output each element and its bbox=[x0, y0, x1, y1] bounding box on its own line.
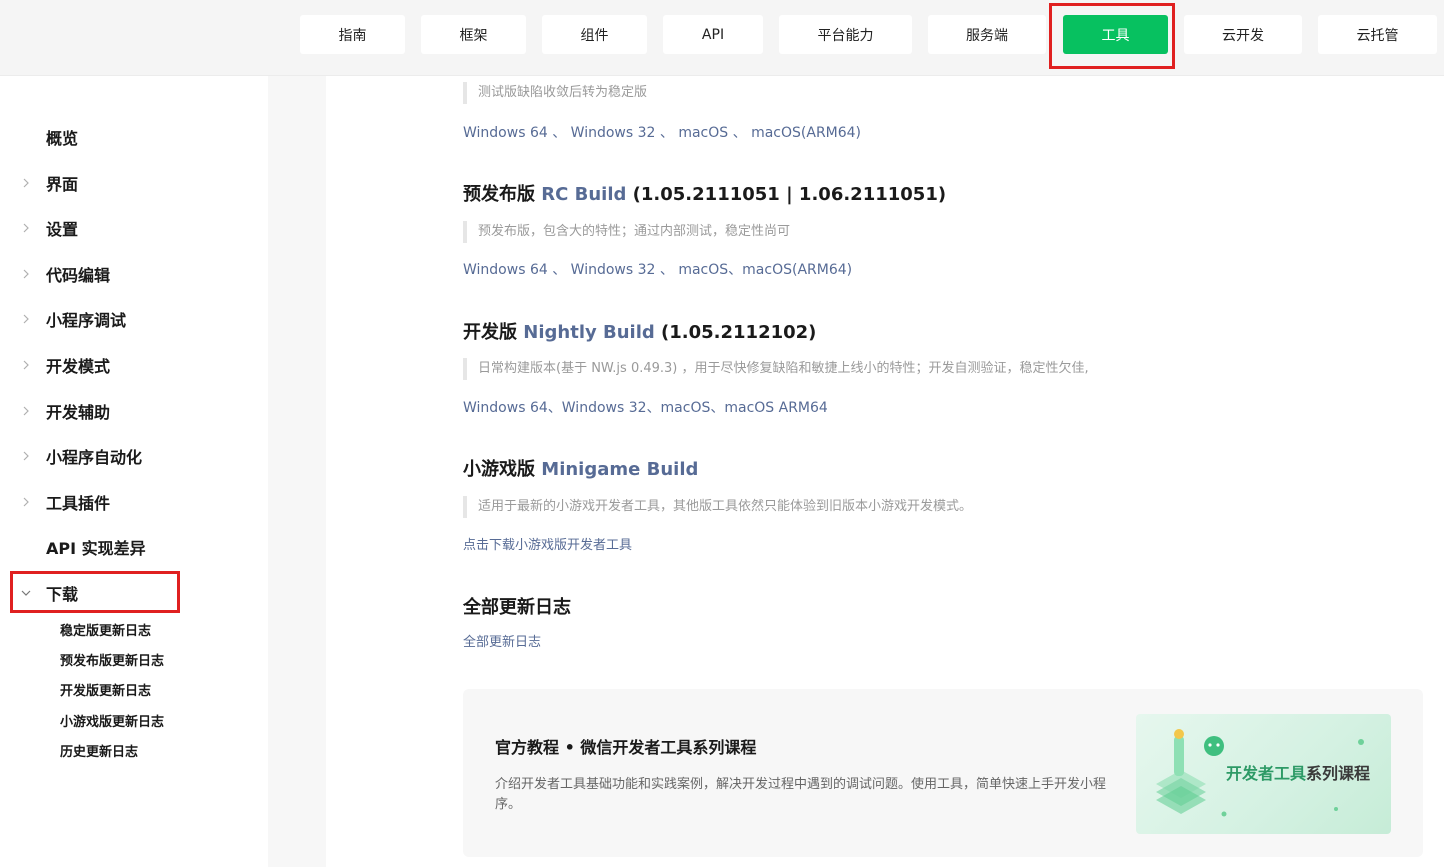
stable-macos-arm-link[interactable]: macOS(ARM64) bbox=[751, 125, 861, 141]
course-card[interactable]: 官方教程 • 微信开发者工具系列课程 介绍开发者工具基础功能和实践案例，解决开发… bbox=[463, 689, 1423, 857]
chevron-right-icon bbox=[19, 358, 33, 372]
minigame-note: 适用于最新的小游戏开发者工具，其他版工具依然只能体验到旧版本小游戏开发模式。 bbox=[463, 496, 972, 518]
sidebar-subitem-rc-log[interactable]: 预发布版更新日志 bbox=[60, 650, 164, 669]
nightly-macos-arm-link[interactable]: macOS ARM64 bbox=[724, 400, 827, 416]
main-content: 测试版缺陷收敛后转为稳定版 Windows 64 、 Windows 32 、 … bbox=[326, 76, 1444, 867]
sidebar-item-interface[interactable]: 界面 bbox=[0, 163, 268, 203]
course-banner-text: 开发者工具系列课程 bbox=[1226, 764, 1371, 783]
chevron-right-icon bbox=[19, 449, 33, 463]
sidebar-item-dev-assist[interactable]: 开发辅助 bbox=[0, 391, 268, 431]
chevron-down-icon bbox=[19, 586, 33, 600]
course-description: 介绍开发者工具基础功能和实践案例，解决开发过程中遇到的调试问题。使用工具，简单快… bbox=[495, 777, 1107, 812]
nav-tab-components[interactable]: 组件 bbox=[542, 15, 647, 54]
stable-macos-link[interactable]: macOS bbox=[678, 125, 728, 141]
sidebar-subitem-nightly-log[interactable]: 开发版更新日志 bbox=[60, 680, 151, 699]
sidebar-item-overview[interactable]: 概览 bbox=[0, 117, 268, 157]
sidebar-item-label: API 实现差异 bbox=[46, 539, 146, 558]
nav-tab-server[interactable]: 服务端 bbox=[928, 15, 1046, 54]
minigame-prefix: 小游戏版 bbox=[463, 459, 535, 480]
rc-version: (1.05.2111051 | 1.06.2111051) bbox=[632, 184, 947, 205]
nightly-win64-link[interactable]: Windows 64 bbox=[463, 400, 548, 416]
nightly-win32-link[interactable]: Windows 32 bbox=[562, 400, 647, 416]
sidebar-item-label: 工具插件 bbox=[46, 494, 111, 513]
nightly-build-name: Nightly Build bbox=[523, 322, 655, 343]
nightly-macos-link[interactable]: macOS bbox=[661, 400, 711, 416]
sidebar-item-label: 界面 bbox=[46, 175, 79, 194]
rc-heading: 预发布版 RC Build (1.05.2111051 | 1.06.21110… bbox=[463, 180, 946, 206]
nav-tab-api[interactable]: API bbox=[663, 15, 763, 54]
rc-win32-link[interactable]: Windows 32 bbox=[571, 262, 656, 278]
minigame-heading: 小游戏版 Minigame Build bbox=[463, 455, 698, 481]
nav-tab-tools[interactable]: 工具 bbox=[1063, 15, 1168, 54]
rc-win64-link[interactable]: Windows 64 bbox=[463, 262, 548, 278]
sidebar-item-label: 开发辅助 bbox=[46, 403, 111, 422]
sidebar-item-label: 概览 bbox=[46, 129, 79, 148]
rc-macos-link[interactable]: macOS bbox=[678, 262, 728, 278]
course-title: 官方教程 • 微信开发者工具系列课程 bbox=[495, 738, 757, 757]
sidebar-item-label: 小程序自动化 bbox=[46, 448, 143, 467]
nav-tab-platform[interactable]: 平台能力 bbox=[779, 15, 912, 54]
sidebar-item-code-editing[interactable]: 代码编辑 bbox=[0, 254, 268, 294]
chevron-right-icon bbox=[19, 495, 33, 509]
sidebar-item-debugging[interactable]: 小程序调试 bbox=[0, 299, 268, 339]
sidebar-item-label: 小程序调试 bbox=[46, 311, 127, 330]
top-nav: 指南 框架 组件 API 平台能力 服务端 工具 云开发 云托管 bbox=[0, 0, 1444, 76]
sidebar-item-label: 开发模式 bbox=[46, 357, 111, 376]
course-banner-image: 开发者工具系列课程 bbox=[1136, 714, 1391, 834]
nightly-heading: 开发版 Nightly Build (1.05.2112102) bbox=[463, 318, 816, 344]
stable-win64-link[interactable]: Windows 64 bbox=[463, 125, 548, 141]
sidebar-item-label: 下载 bbox=[46, 585, 79, 604]
stable-note: 测试版缺陷收敛后转为稳定版 bbox=[463, 82, 647, 104]
rc-prefix: 预发布版 bbox=[463, 184, 535, 205]
sidebar: 概览 界面 设置 代码编辑 小程序调试 开发模式 开发辅助 小程序自动化 工具插… bbox=[0, 76, 268, 867]
stable-downloads: Windows 64 、 Windows 32 、 macOS 、 macOS(… bbox=[463, 125, 862, 141]
stable-win32-link[interactable]: Windows 32 bbox=[571, 125, 656, 141]
nav-tab-cloud-hosting[interactable]: 云托管 bbox=[1318, 15, 1437, 54]
nightly-version: (1.05.2112102) bbox=[661, 322, 817, 343]
chevron-right-icon bbox=[19, 267, 33, 281]
nightly-downloads: Windows 64、Windows 32、macOS、macOS ARM64 bbox=[463, 400, 828, 416]
nav-tab-framework[interactable]: 框架 bbox=[421, 15, 526, 54]
chevron-right-icon bbox=[19, 312, 33, 326]
rc-downloads: Windows 64 、 Windows 32 、 macOS、macOS(AR… bbox=[463, 262, 853, 278]
nav-tab-cloud-dev[interactable]: 云开发 bbox=[1184, 15, 1302, 54]
minigame-build-name: Minigame Build bbox=[541, 459, 699, 480]
sidebar-subitem-minigame-log[interactable]: 小游戏版更新日志 bbox=[60, 711, 164, 730]
chevron-right-icon bbox=[19, 404, 33, 418]
sidebar-item-automation[interactable]: 小程序自动化 bbox=[0, 436, 268, 476]
sidebar-item-dev-mode[interactable]: 开发模式 bbox=[0, 345, 268, 385]
sidebar-gutter bbox=[268, 76, 326, 867]
sidebar-subitem-history-log[interactable]: 历史更新日志 bbox=[60, 741, 138, 760]
chevron-right-icon bbox=[19, 176, 33, 190]
sidebar-item-label: 代码编辑 bbox=[46, 266, 111, 285]
rc-build-name: RC Build bbox=[541, 184, 627, 205]
sidebar-item-api-diff[interactable]: API 实现差异 bbox=[0, 527, 268, 567]
changelog-link[interactable]: 全部更新日志 bbox=[463, 631, 541, 650]
rc-macos-arm-link[interactable]: macOS(ARM64) bbox=[742, 262, 852, 278]
sidebar-item-settings[interactable]: 设置 bbox=[0, 208, 268, 248]
sidebar-item-plugins[interactable]: 工具插件 bbox=[0, 482, 268, 522]
nightly-prefix: 开发版 bbox=[463, 322, 517, 343]
chevron-right-icon bbox=[19, 221, 33, 235]
sidebar-item-label: 设置 bbox=[46, 220, 79, 239]
sidebar-subitem-stable-log[interactable]: 稳定版更新日志 bbox=[60, 620, 151, 639]
nav-tab-guide[interactable]: 指南 bbox=[300, 15, 405, 54]
sidebar-item-download[interactable]: 下载 bbox=[0, 573, 268, 613]
minigame-download-link[interactable]: 点击下载小游戏版开发者工具 bbox=[463, 534, 632, 553]
changelog-heading: 全部更新日志 bbox=[463, 597, 571, 618]
rc-note: 预发布版，包含大的特性；通过内部测试，稳定性尚可 bbox=[463, 221, 790, 243]
nightly-note: 日常构建版本(基于 NW.js 0.49.3) ，用于尽快修复缺陷和敏捷上线小的… bbox=[463, 358, 1089, 380]
